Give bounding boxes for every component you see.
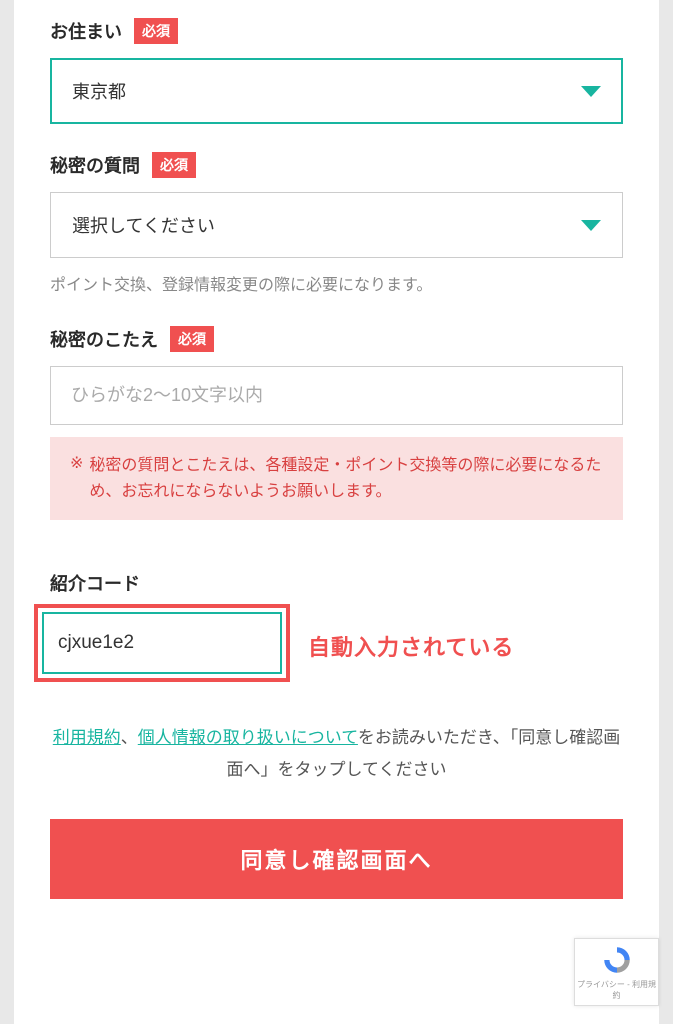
field-secret-question: 秘密の質問 必須 選択してください ポイント交換、登録情報変更の際に必要になりま…	[50, 152, 623, 298]
secret-answer-label: 秘密のこたえ	[50, 326, 158, 352]
required-badge: 必須	[134, 18, 178, 44]
submit-button[interactable]: 同意し確認画面へ	[50, 819, 623, 899]
terms-link[interactable]: 利用規約	[53, 728, 121, 747]
recaptcha-footer: プライバシー - 利用規約	[575, 977, 658, 1005]
label-row: 秘密の質問 必須	[50, 152, 623, 178]
warning-text: 秘密の質問とこたえは、各種設定・ポイント交換等の際に必要になるため、お忘れになら…	[89, 453, 603, 504]
field-referral: 紹介コード 自動入力されている	[50, 570, 623, 682]
secret-answer-warning: ※ 秘密の質問とこたえは、各種設定・ポイント交換等の際に必要になるため、お忘れに…	[50, 437, 623, 520]
field-residence: お住まい 必須 東京都	[50, 18, 623, 124]
warning-marker: ※	[70, 453, 83, 504]
required-badge: 必須	[152, 152, 196, 178]
field-secret-answer: 秘密のこたえ 必須 ※ 秘密の質問とこたえは、各種設定・ポイント交換等の際に必要…	[50, 326, 623, 520]
chevron-down-icon	[581, 86, 601, 97]
privacy-link[interactable]: 個人情報の取り扱いについて	[138, 728, 358, 747]
residence-value: 東京都	[72, 78, 126, 104]
label-row: 紹介コード	[40, 570, 623, 596]
secret-answer-input[interactable]	[50, 366, 623, 425]
residence-label: お住まい	[50, 18, 122, 44]
terms-separator: 、	[121, 728, 138, 747]
chevron-down-icon	[581, 220, 601, 231]
secret-question-select[interactable]: 選択してください	[50, 192, 623, 258]
terms-text: 利用規約、個人情報の取り扱いについてをお読みいただき、「同意し確認画面へ」をタッ…	[50, 722, 623, 787]
referral-annotation: 自動入力されている	[308, 630, 514, 662]
recaptcha-logo-icon	[575, 939, 658, 977]
recaptcha-badge: プライバシー - 利用規約	[574, 938, 659, 1006]
referral-row: 自動入力されている	[50, 610, 623, 682]
referral-highlight-box	[34, 604, 290, 682]
secret-question-helper: ポイント交換、登録情報変更の際に必要になります。	[50, 274, 623, 298]
label-row: お住まい 必須	[50, 18, 623, 44]
registration-form: お住まい 必須 東京都 秘密の質問 必須 選択してください ポイント交換、登録情…	[14, 0, 659, 1024]
label-row: 秘密のこたえ 必須	[50, 326, 623, 352]
referral-label: 紹介コード	[50, 570, 140, 596]
secret-question-label: 秘密の質問	[50, 152, 140, 178]
residence-select[interactable]: 東京都	[50, 58, 623, 124]
referral-input[interactable]	[42, 612, 282, 674]
secret-question-placeholder: 選択してください	[72, 212, 215, 238]
required-badge: 必須	[170, 326, 214, 352]
